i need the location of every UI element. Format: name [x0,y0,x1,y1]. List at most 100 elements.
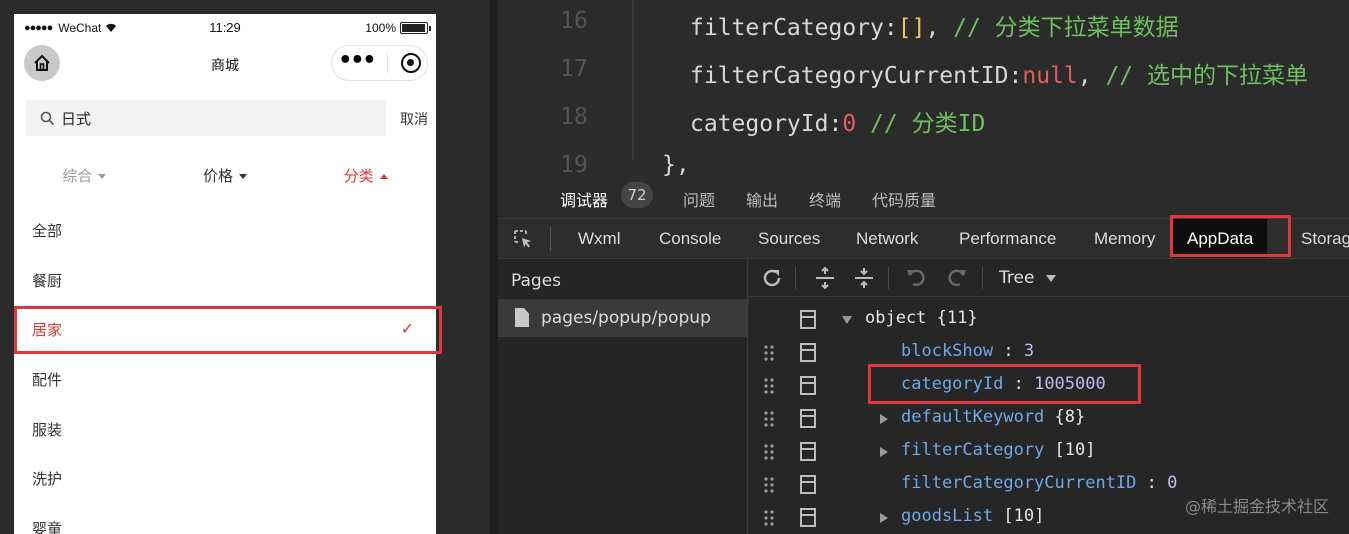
sort-comprehensive[interactable]: 综合 [14,162,155,192]
drag-handle-icon[interactable] [763,476,775,494]
code-line: 18 categoryId:0 // 分类ID [498,96,1349,144]
tab-performance[interactable]: Performance [959,229,1056,249]
sort-category[interactable]: 分类 [295,162,436,192]
category-item[interactable]: 洗护 [14,454,436,504]
sort-label: 分类 [343,167,374,185]
category-item[interactable]: 婴童 [14,504,436,534]
category-item[interactable]: 配件 [14,355,436,405]
code-line: 16 filterCategory:[], // 分类下拉菜单数据 [498,0,1349,48]
expand-triangle-icon[interactable] [842,316,852,324]
undo-icon[interactable] [905,266,929,290]
tab-storage[interactable]: Storag [1301,229,1349,249]
tree-root-label: object {11} [865,308,978,328]
code-colon: : [1008,63,1023,89]
tree-entry: goodsList [10] [901,506,1044,526]
drag-handle-icon[interactable] [763,344,775,362]
expand-triangle-icon[interactable] [880,447,888,457]
tree-value[interactable]: 0 [1167,473,1177,493]
tab-network[interactable]: Network [856,229,918,249]
collapse-box-icon[interactable] [800,508,816,527]
tree-row[interactable]: filterCategory [10] [749,435,1349,468]
tab-problems[interactable]: 问题 [683,187,715,211]
toolbar-divider [888,267,889,289]
tree-row[interactable]: blockShow : 3 [749,336,1349,369]
line-number: 17 [560,56,588,82]
collapse-box-icon[interactable] [800,409,816,428]
category-item-selected[interactable]: 居家 ✓ [14,305,436,355]
category-item[interactable]: 餐厨 [14,256,436,306]
code-value: null [1022,63,1078,89]
tree-value[interactable]: 1005000 [1034,374,1106,394]
category-label: 洗护 [32,470,63,489]
drag-handle-icon[interactable] [763,377,775,395]
search-query: 日式 [61,109,92,128]
category-item[interactable]: 服装 [14,404,436,454]
tree-key: defaultKeyword [901,407,1045,427]
sort-price[interactable]: 价格 [155,162,296,192]
category-label: 居家 [32,321,63,340]
category-dropdown-list: 全部 餐厨 居家 ✓ 配件 服装 洗护 婴童 [14,206,436,534]
category-label: 餐厨 [32,271,63,290]
category-label: 婴童 [32,519,63,534]
tab-debugger[interactable]: 调试器 [560,187,609,222]
checkmark-icon: ✓ [400,319,414,339]
collapse-box-icon[interactable] [800,442,816,461]
drag-handle-icon[interactable] [763,509,775,527]
line-number: 18 [560,104,588,130]
tree-value[interactable]: 3 [1024,341,1034,361]
tab-memory[interactable]: Memory [1094,229,1155,249]
appdata-toolbar: Tree [749,259,1349,297]
page-list-item[interactable]: pages/popup/popup [498,299,747,337]
colon: : [1136,473,1168,493]
tree-row-root[interactable]: object {11} [749,303,1349,336]
capsule-menu: ••• [331,45,428,81]
tree-row[interactable]: categoryId : 1005000 [749,369,1349,402]
tab-output[interactable]: 输出 [746,187,778,211]
expand-triangle-icon[interactable] [880,414,888,424]
code-text: categoryId:0 // 分类ID [690,104,985,138]
collapse-box-icon[interactable] [800,376,816,395]
drag-handle-icon[interactable] [763,410,775,428]
tab-appdata[interactable]: AppData [1173,219,1268,258]
tab-code-quality[interactable]: 代码质量 [872,187,936,211]
category-item[interactable]: 全部 [14,206,436,256]
sort-label: 综合 [62,167,93,185]
tab-terminal[interactable]: 终端 [809,187,841,211]
category-label: 服装 [32,420,63,439]
tree-meta: [10] [1054,440,1096,460]
collapse-box-icon[interactable] [800,343,816,362]
code-value: 0 [842,111,857,137]
tree-key: filterCategory [901,440,1045,460]
code-colon: : [828,111,843,137]
code-text: filterCategory:[], // 分类下拉菜单数据 [690,8,1179,42]
tab-sources[interactable]: Sources [758,229,820,249]
tab-wxml[interactable]: Wxml [578,229,620,249]
tree-row[interactable]: defaultKeyword {8} [749,402,1349,435]
cancel-button[interactable]: 取消 [400,109,428,129]
search-input[interactable]: 日式 [26,100,386,136]
close-miniprogram-icon[interactable] [400,53,421,73]
more-icon[interactable]: ••• [338,48,376,73]
panel-divider[interactable] [490,0,498,534]
tabs-divider [550,227,551,251]
collapse-box-icon[interactable] [800,310,816,329]
collapse-all-icon[interactable] [852,266,876,290]
expand-all-icon[interactable] [813,266,837,290]
inspect-element-icon[interactable] [512,228,534,250]
simulator-panel: ●●●●● WeChat 11:29 100% 商城 ••• 日式 取消 综合 … [0,0,450,534]
code-property: filterCategoryCurrentID [690,63,1009,89]
drag-handle-icon[interactable] [763,443,775,461]
status-right: 100% [365,21,431,35]
redo-icon[interactable] [944,266,968,290]
battery-icon [400,22,431,34]
view-mode-select[interactable]: Tree [999,268,1034,288]
tree-entry: defaultKeyword {8} [901,407,1085,427]
colon: : [1003,374,1035,394]
chevron-down-icon[interactable] [1046,275,1056,282]
tab-console[interactable]: Console [659,229,721,249]
code-editor[interactable]: 16 filterCategory:[], // 分类下拉菜单数据 17 fil… [498,0,1349,180]
caret-down-icon [239,174,248,179]
refresh-icon[interactable] [760,266,784,290]
expand-triangle-icon[interactable] [880,513,888,523]
collapse-box-icon[interactable] [800,475,816,494]
